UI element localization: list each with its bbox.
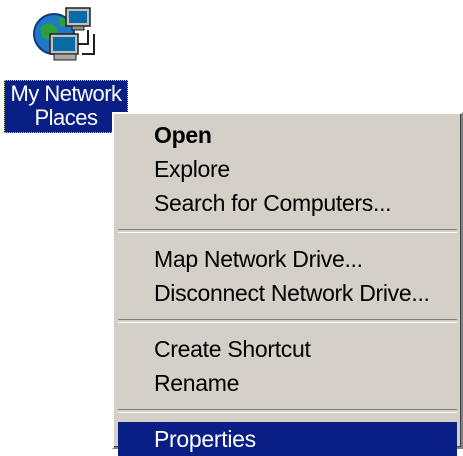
menu-item-search-for-computers[interactable]: Search for Computers... — [118, 186, 457, 220]
menu-item-open[interactable]: Open — [118, 118, 457, 152]
desktop-icon-label-line1: My Network — [10, 81, 122, 106]
network-places-icon — [33, 7, 95, 61]
menu-item-rename[interactable]: Rename — [118, 366, 457, 400]
menu-item-properties[interactable]: Properties — [118, 422, 457, 456]
menu-separator — [118, 319, 457, 323]
menu-item-create-shortcut[interactable]: Create Shortcut — [118, 332, 457, 366]
menu-separator — [118, 229, 457, 233]
desktop-icon-label-line2: Places — [34, 105, 98, 130]
menu-item-explore[interactable]: Explore — [118, 152, 457, 186]
context-menu: Open Explore Search for Computers... Map… — [112, 112, 463, 456]
menu-item-map-network-drive[interactable]: Map Network Drive... — [118, 242, 457, 276]
desktop-icon-label: My Network Places — [4, 80, 128, 133]
menu-separator — [118, 409, 457, 413]
menu-item-disconnect-network-drive[interactable]: Disconnect Network Drive... — [118, 276, 457, 310]
